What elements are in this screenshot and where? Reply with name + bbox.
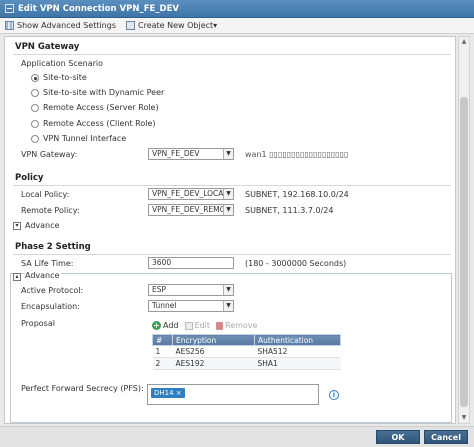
vpn-gateway-select[interactable]: VPN_FE_DEV ▼ — [148, 148, 234, 160]
chevron-down-icon: ▼ — [223, 301, 233, 311]
policy-advance-label: Advance — [25, 221, 60, 230]
encapsulation-select[interactable]: Tunnel ▼ — [148, 300, 234, 312]
proposal-edit-button[interactable]: Edit — [184, 321, 210, 330]
remote-policy-info: SUBNET, 111.3.7.0/24 — [245, 206, 334, 215]
phase2-advance-toggle[interactable]: ▴ — [13, 273, 21, 281]
cell-authentication: SHA512 — [254, 345, 341, 358]
chevron-down-icon: ▼ — [223, 285, 233, 295]
radio-remote-access-server[interactable] — [31, 104, 39, 112]
scroll-up-icon[interactable]: ▲ — [459, 37, 469, 47]
close-icon[interactable]: × — [176, 389, 182, 397]
cell-encryption: AES192 — [172, 357, 255, 370]
local-policy-select[interactable]: VPN_FE_DEV_LOCAL ▼ — [148, 188, 234, 200]
proposal-table: # Encryption Authentication 1 AES256 SHA… — [152, 334, 341, 370]
toolbar: Show Advanced Settings Create New Object… — [0, 18, 474, 34]
section-divider — [13, 254, 451, 255]
section-divider — [13, 185, 451, 186]
chevron-down-icon: ▼ — [223, 149, 233, 159]
sa-life-time-label: SA Life Time: — [21, 259, 74, 268]
sa-life-time-input[interactable]: 3600 — [148, 257, 234, 269]
option-remote-client-label: Remote Access (Client Role) — [43, 119, 156, 128]
pfs-tag[interactable]: DH14 × — [151, 388, 185, 398]
cell-number: 1 — [152, 345, 173, 358]
radio-site-to-site-dynamic-peer[interactable] — [31, 89, 39, 97]
column-header-encryption[interactable]: Encryption — [172, 334, 255, 346]
proposal-remove-button[interactable]: Remove — [216, 321, 257, 330]
remote-policy-label: Remote Policy: — [21, 206, 80, 215]
cancel-button[interactable]: Cancel — [424, 430, 468, 444]
scroll-down-icon[interactable]: ▼ — [459, 413, 469, 423]
sa-life-time-range: (180 - 3000000 Seconds) — [245, 259, 347, 268]
table-row[interactable]: 2 AES192 SHA1 — [152, 357, 341, 370]
trash-icon — [216, 321, 223, 330]
option-dynamic-peer-label: Site-to-site with Dynamic Peer — [43, 88, 165, 97]
vpn-gateway-label: VPN Gateway: — [21, 150, 78, 159]
section-divider — [13, 54, 451, 55]
active-protocol-select[interactable]: ESP ▼ — [148, 284, 234, 296]
info-icon[interactable]: i — [329, 390, 339, 400]
phase2-advance-label: Advance — [25, 271, 62, 280]
radio-vpn-tunnel-interface[interactable] — [31, 135, 39, 143]
window-minimize-icon[interactable] — [5, 4, 14, 13]
chevron-down-icon: ▼ — [223, 205, 233, 215]
pfs-label: Perfect Forward Secrecy (PFS): — [21, 384, 144, 393]
create-object-icon — [126, 21, 135, 30]
radio-site-to-site[interactable] — [31, 74, 39, 82]
proposal-toolbar: + Add Edit Remove — [152, 319, 341, 332]
encapsulation-label: Encapsulation: — [21, 302, 80, 311]
remote-policy-select[interactable]: VPN_FE_DEV_REMOTE ▼ — [148, 204, 234, 216]
table-row[interactable]: 1 AES256 SHA512 — [152, 345, 341, 358]
proposal-add-button[interactable]: + Add — [152, 321, 179, 330]
radio-remote-access-client[interactable] — [31, 120, 39, 128]
local-policy-info: SUBNET, 192.168.10.0/24 — [245, 190, 349, 199]
cell-number: 2 — [152, 357, 173, 370]
option-remote-server-label: Remote Access (Server Role) — [43, 103, 159, 112]
edit-icon — [184, 321, 193, 330]
chevron-down-icon: ▼ — [223, 189, 233, 199]
cell-authentication: SHA1 — [254, 357, 341, 370]
dialog-footer: OK Cancel — [0, 426, 474, 447]
vpn-gateway-section-title: VPN Gateway — [15, 42, 80, 52]
policy-advance-toggle[interactable]: ▾ — [13, 222, 21, 230]
option-site-to-site-label: Site-to-site — [43, 73, 87, 82]
advanced-settings-icon — [5, 21, 14, 30]
add-icon: + — [152, 321, 161, 330]
form-content: VPN Gateway Application Scenario Site-to… — [4, 36, 456, 424]
create-new-object-menu[interactable]: Create New Object▾ — [126, 21, 217, 30]
active-protocol-label: Active Protocol: — [21, 286, 84, 295]
option-vti-label: VPN Tunnel Interface — [43, 134, 127, 143]
vpn-gateway-info: wan1 ▯▯▯▯▯▯▯▯▯▯▯▯▯▯▯▯▯▯ — [245, 150, 349, 159]
application-scenario-label: Application Scenario — [21, 59, 104, 68]
proposal-label: Proposal — [21, 319, 55, 328]
show-advanced-settings-button[interactable]: Show Advanced Settings — [5, 21, 116, 30]
proposal-table-header: # Encryption Authentication — [152, 334, 341, 346]
vertical-scrollbar[interactable]: ▲ ▼ — [458, 36, 470, 424]
cell-encryption: AES256 — [172, 345, 255, 358]
pfs-multiselect[interactable]: DH14 × — [147, 384, 319, 405]
ok-button[interactable]: OK — [376, 430, 420, 444]
scroll-thumb[interactable] — [460, 97, 468, 407]
local-policy-label: Local Policy: — [21, 190, 70, 199]
policy-section-title: Policy — [15, 173, 44, 183]
window-title: Edit VPN Connection VPN_FE_DEV — [18, 3, 179, 14]
column-header-number[interactable]: # — [152, 334, 173, 346]
window-title-bar: Edit VPN Connection VPN_FE_DEV — [0, 0, 474, 18]
phase2-section-title: Phase 2 Setting — [15, 242, 91, 252]
column-header-authentication[interactable]: Authentication — [254, 334, 341, 346]
